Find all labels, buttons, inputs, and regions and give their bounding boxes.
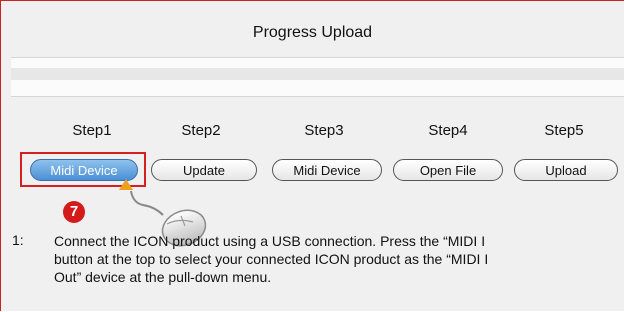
step2-update-button[interactable]: Update (151, 159, 257, 181)
callout-number-badge: 7 (63, 201, 85, 223)
instruction-line-2: button at the top to select your connect… (54, 251, 489, 267)
instruction-line-1: Connect the ICON product using a USB con… (54, 233, 486, 249)
step3-label: Step3 (304, 122, 344, 139)
step2-label: Step2 (181, 122, 221, 139)
upload-progress-bar (11, 57, 624, 97)
step1-label: Step1 (72, 122, 112, 139)
instruction-number: 1: (12, 232, 24, 248)
step3-midi-device-button[interactable]: Midi Device (272, 159, 382, 181)
progress-upload-window: Progress Upload Step1 Step2 Step3 Step4 … (0, 0, 624, 311)
instruction-line-3: Out” device at the pull-down menu. (54, 269, 272, 285)
step5-label: Step5 (544, 122, 584, 139)
step4-label: Step4 (428, 122, 468, 139)
step5-upload-button[interactable]: Upload (514, 159, 618, 181)
window-title: Progress Upload (252, 24, 373, 41)
instruction-text: Connect the ICON product using a USB con… (54, 232, 625, 286)
progress-bar-stripe (11, 68, 624, 80)
step4-open-file-button[interactable]: Open File (393, 159, 503, 181)
